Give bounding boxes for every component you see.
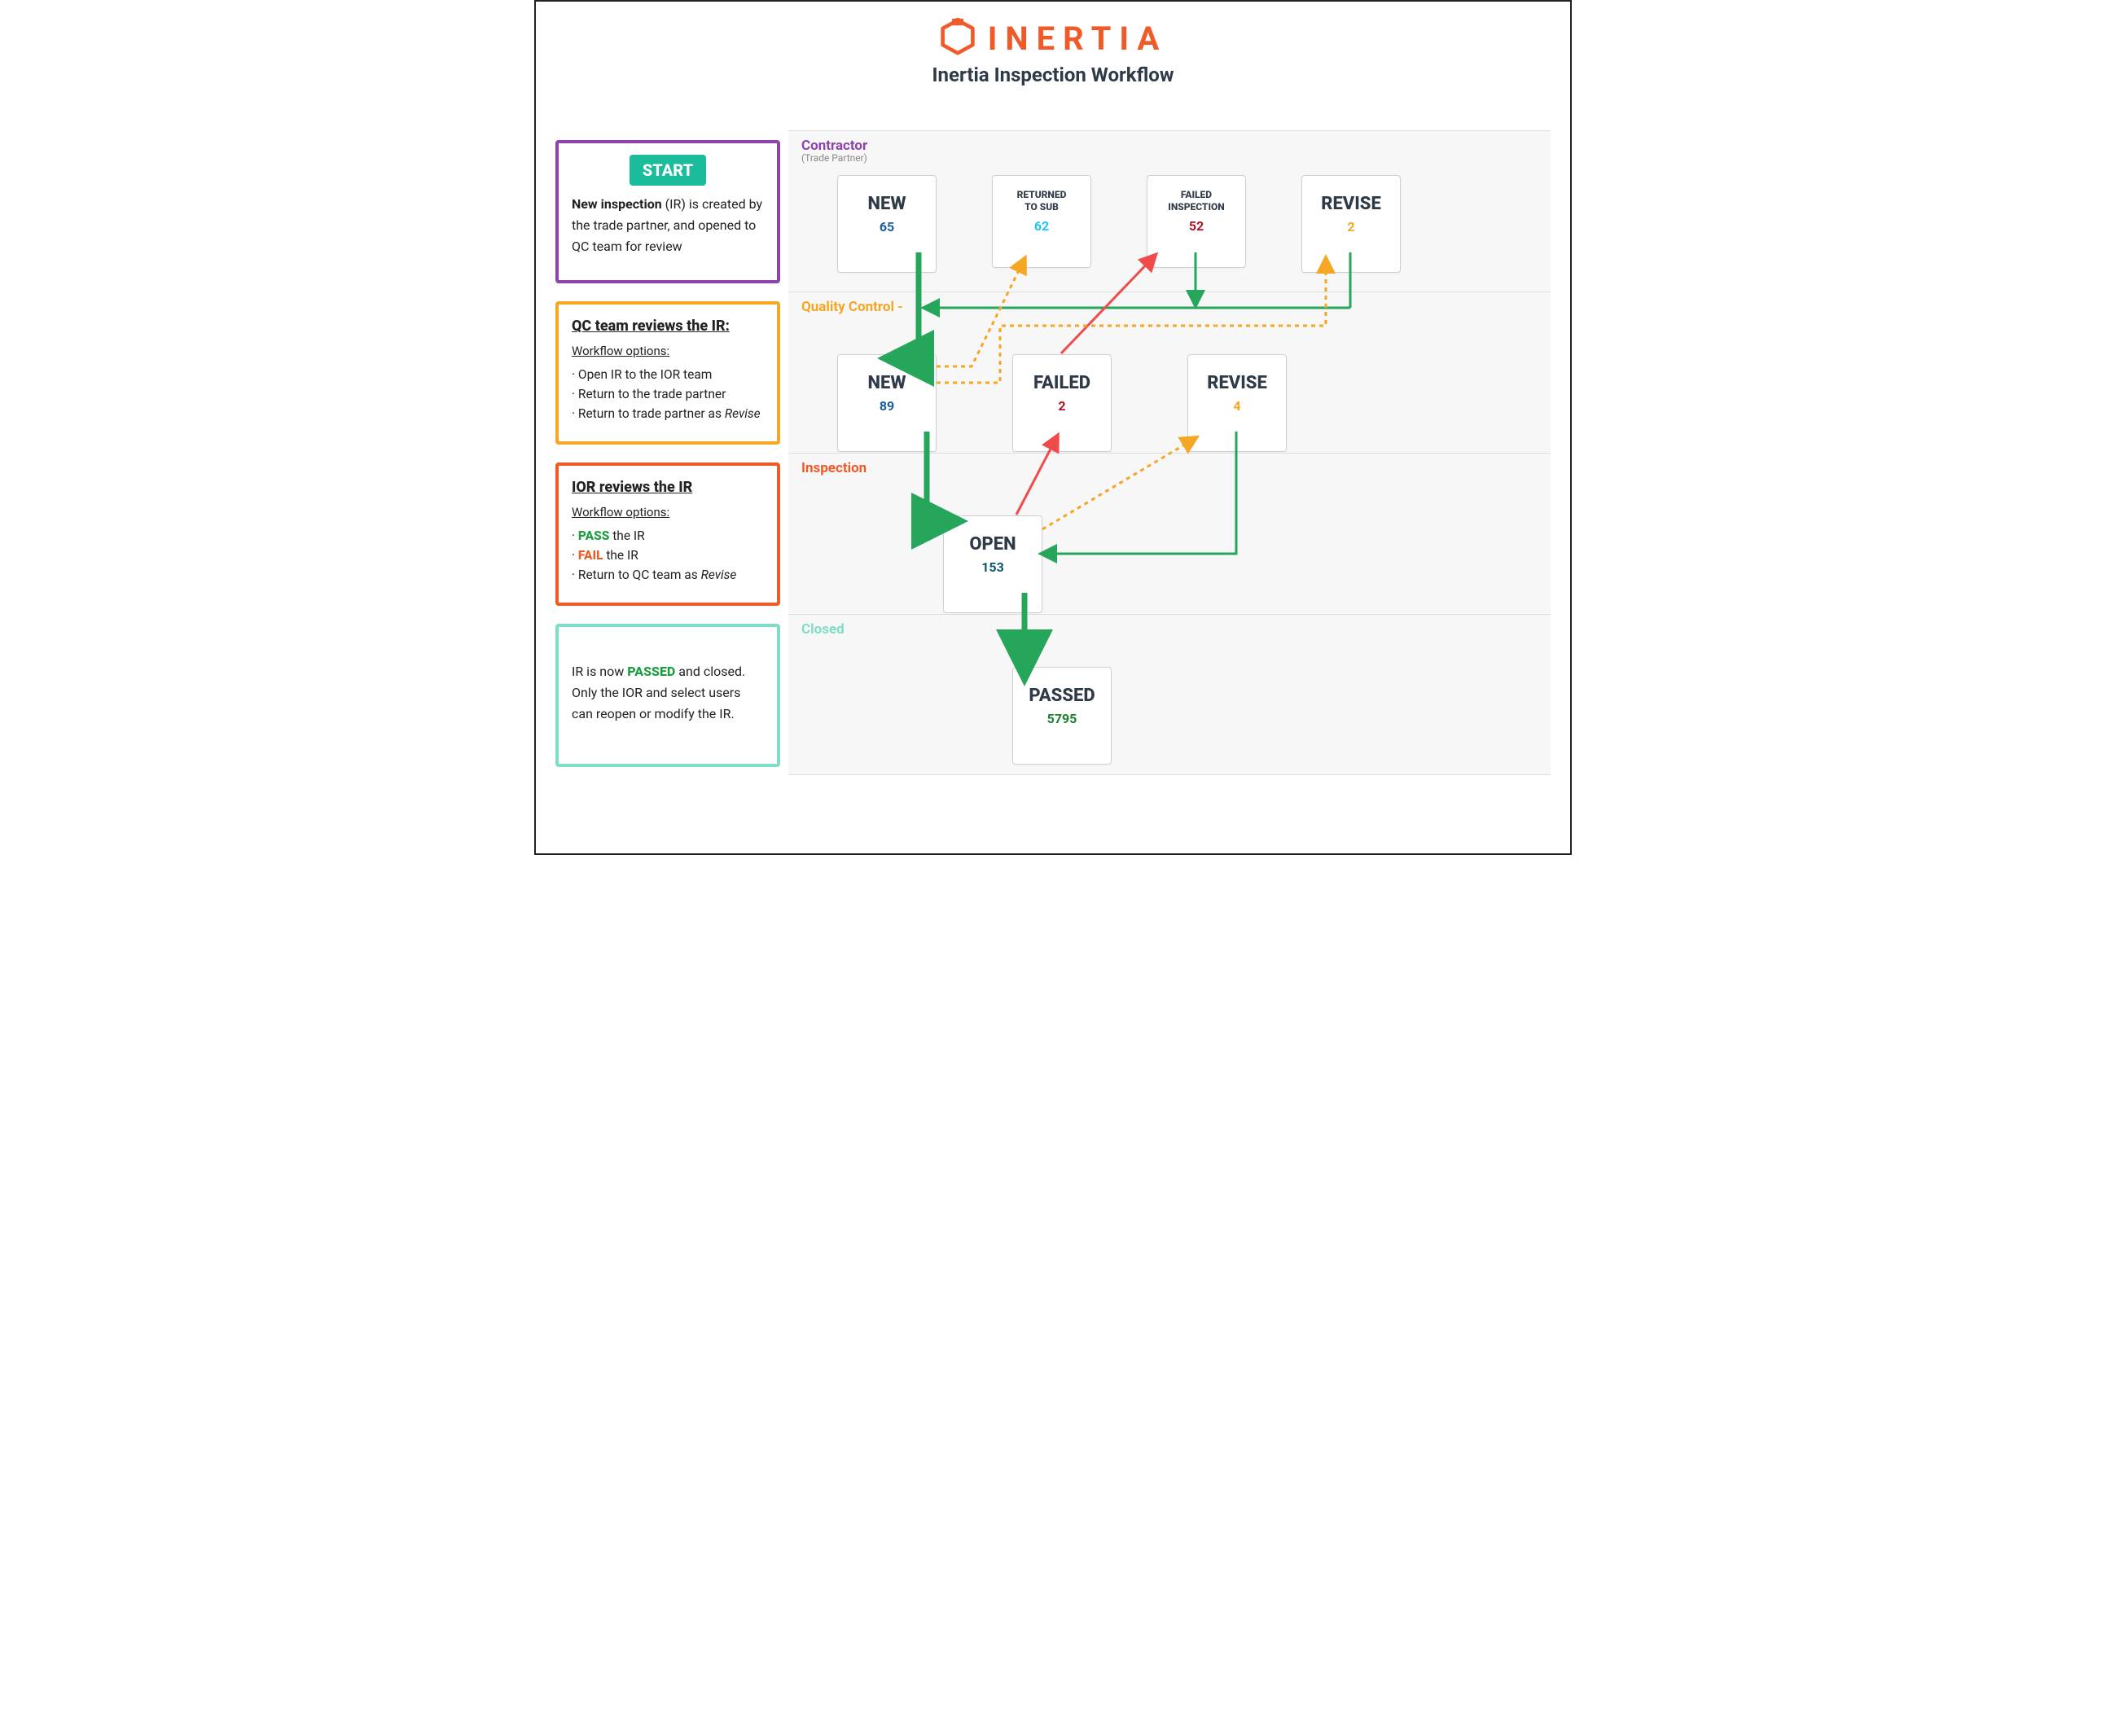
workflow-diagram: INERTIA Inertia Inspection Workflow STAR…	[534, 0, 1572, 855]
desc-ior-heading: IOR reviews the IR	[572, 477, 764, 498]
list-item: Return to the trade partner	[572, 384, 764, 404]
desc-ior-wfo: Workflow options:	[572, 502, 764, 523]
lane-contractor: Contractor (Trade Partner) NEW 65 RETURN…	[788, 130, 1551, 292]
hexagon-icon	[939, 18, 976, 59]
lane-title: Contractor	[801, 138, 1538, 154]
card-qc-revise: REVISE 4	[1187, 354, 1287, 452]
desc-qc-heading: QC team reviews the IR:	[572, 316, 764, 337]
desc-qc: QC team reviews the IR: Workflow options…	[555, 301, 780, 445]
card-open: OPEN 153	[943, 515, 1042, 613]
desc-ior-list: PASS the IR FAIL the IR Return to QC tea…	[572, 526, 764, 585]
desc-start-bold: New inspection	[572, 196, 662, 212]
header: INERTIA Inertia Inspection Workflow	[555, 18, 1551, 86]
logo: INERTIA	[939, 18, 1168, 59]
desc-qc-list: Open IR to the IOR team Return to the tr…	[572, 365, 764, 423]
lane-qc: Quality Control - NEW 89 FAILED 2 REVISE…	[788, 292, 1551, 453]
desc-qc-wfo: Workflow options:	[572, 340, 764, 362]
lane-title: Quality Control -	[801, 299, 1538, 315]
list-item: FAIL the IR	[572, 546, 764, 565]
lane-inspection: Inspection OPEN 153	[788, 453, 1551, 614]
brand-name: INERTIA	[988, 20, 1168, 58]
card-returned-to-sub: RETURNEDTO SUB 62	[992, 175, 1091, 268]
card-contractor-new: NEW 65	[837, 175, 937, 273]
card-qc-failed: FAILED 2	[1012, 354, 1112, 452]
card-failed-inspection: FAILEDINSPECTION 52	[1147, 175, 1246, 268]
list-item: Open IR to the IOR team	[572, 365, 764, 384]
desc-start: START New inspection (IR) is created by …	[555, 140, 780, 283]
swimlanes: Contractor (Trade Partner) NEW 65 RETURN…	[788, 130, 1551, 775]
list-item: Return to QC team as Revise	[572, 565, 764, 585]
start-badge: START	[630, 155, 706, 186]
lane-title: Closed	[801, 621, 1538, 638]
card-contractor-revise: REVISE 2	[1301, 175, 1401, 273]
lane-subtitle: (Trade Partner)	[801, 152, 1538, 164]
lane-closed: Closed PASSED 5795	[788, 614, 1551, 775]
desc-closed: IR is now PASSED and closed. Only the IO…	[555, 624, 780, 767]
desc-ior: IOR reviews the IR Workflow options: PAS…	[555, 462, 780, 606]
card-qc-new: NEW 89	[837, 354, 937, 452]
list-item: Return to trade partner as Revise	[572, 404, 764, 423]
list-item: PASS the IR	[572, 526, 764, 546]
lane-title: Inspection	[801, 460, 1538, 476]
card-passed: PASSED 5795	[1012, 667, 1112, 765]
page-title: Inertia Inspection Workflow	[555, 64, 1551, 86]
